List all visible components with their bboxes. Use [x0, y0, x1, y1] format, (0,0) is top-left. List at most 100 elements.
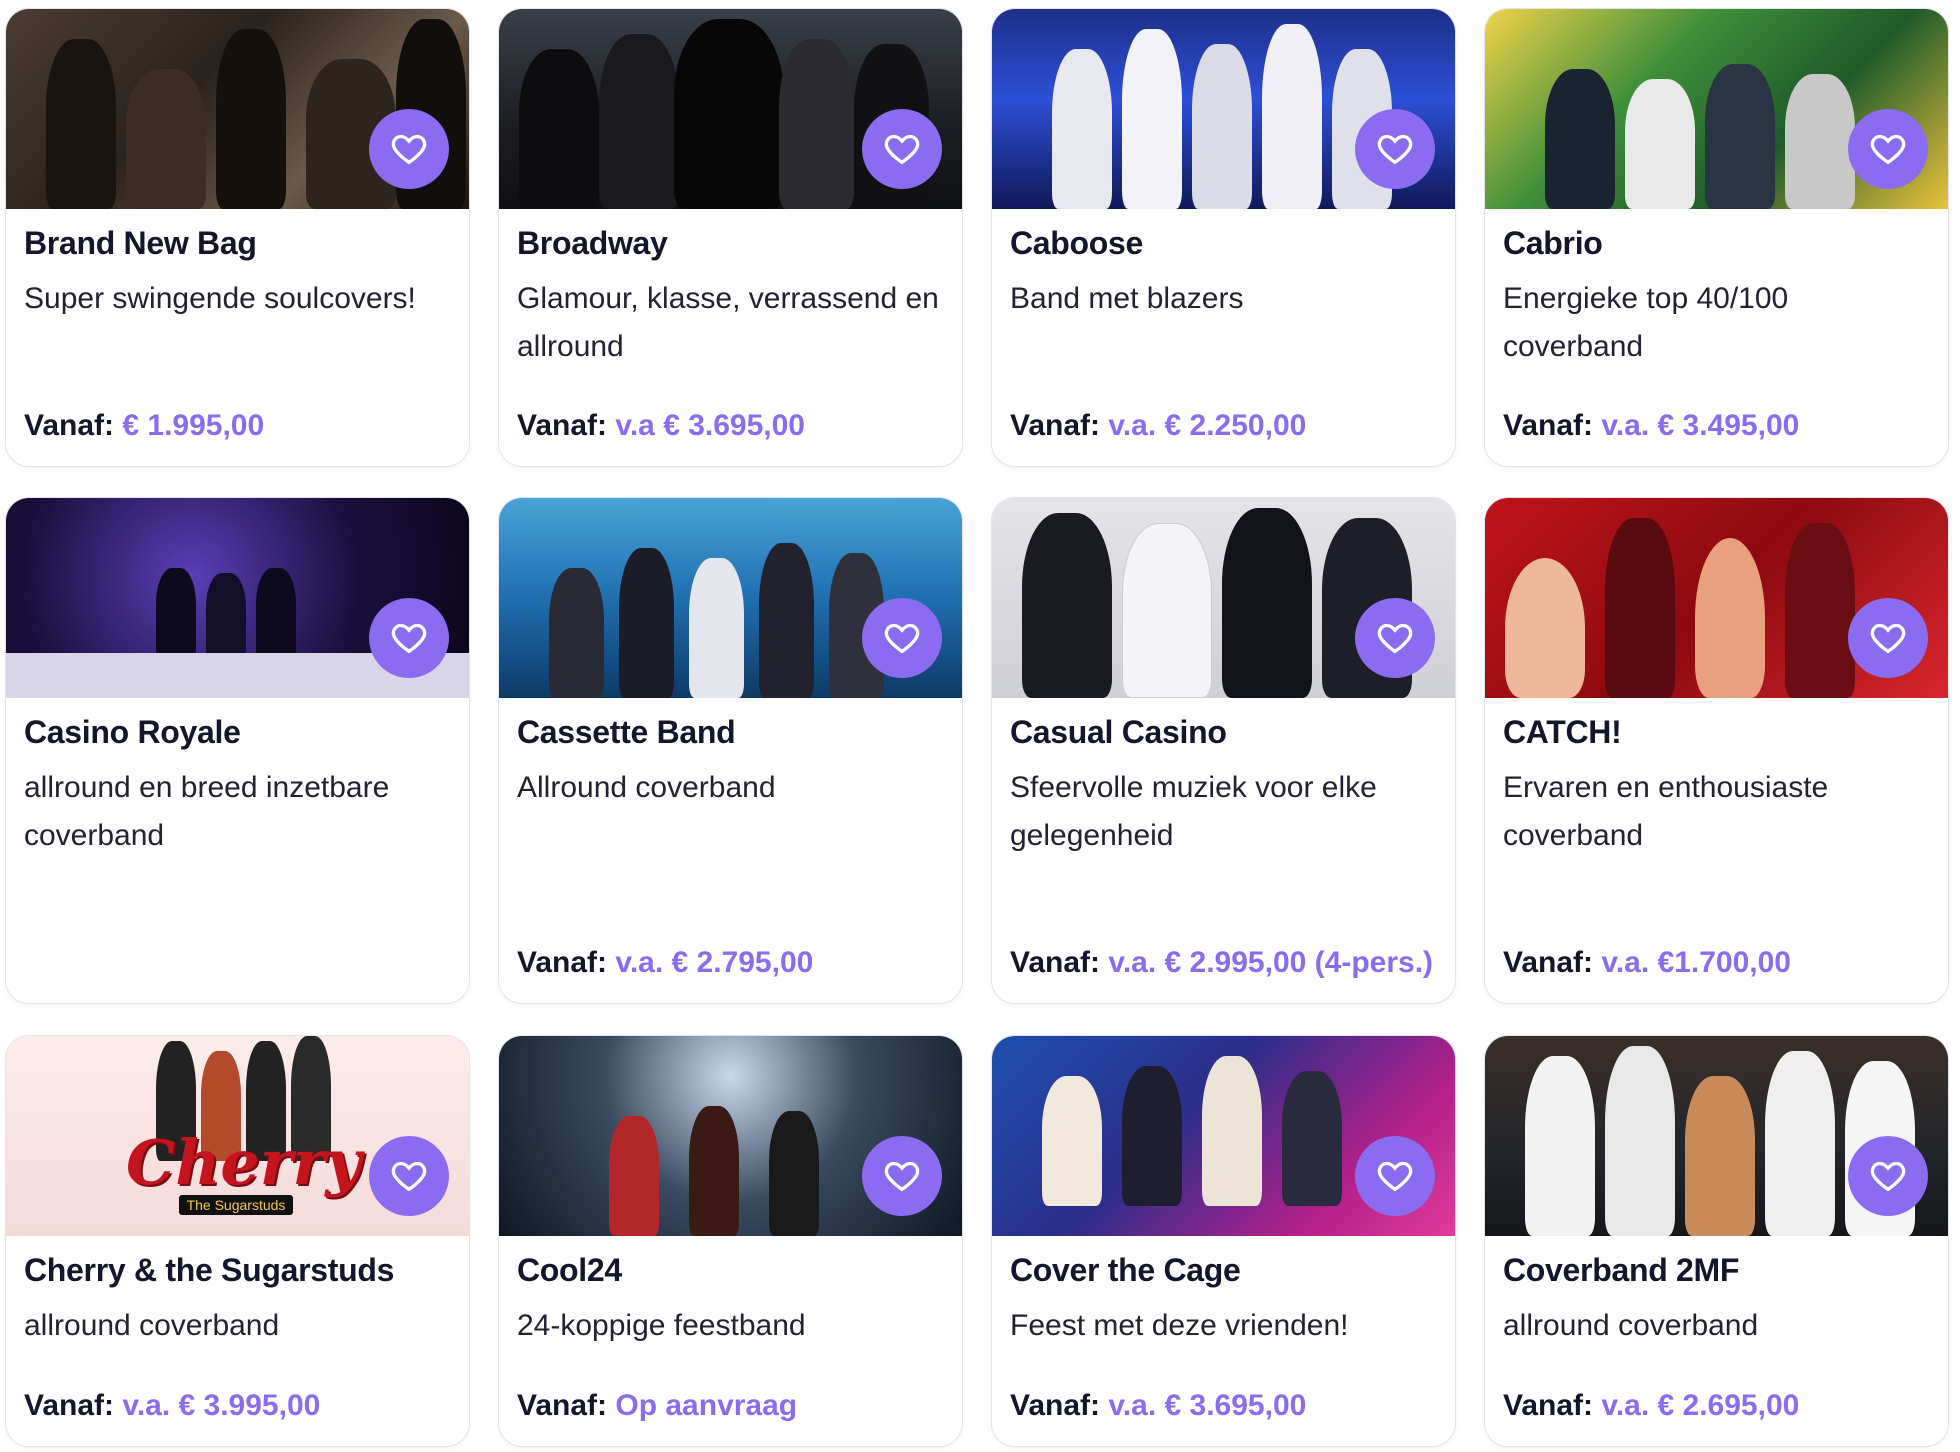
price-line: Vanaf: Op aanvraag — [517, 1382, 948, 1430]
price-label: Vanaf: — [24, 1389, 115, 1422]
band-card[interactable]: Casino Royale allround en breed inzetbar… — [5, 497, 470, 1004]
price-value: v.a. €1.700,00 — [1601, 946, 1791, 979]
price-label: Vanaf: — [517, 946, 608, 979]
band-description: Feest met deze vrienden! — [1010, 1309, 1349, 1342]
band-description: allround coverband — [24, 1309, 280, 1342]
heart-icon — [884, 134, 920, 165]
price-value: € 1.995,00 — [122, 409, 265, 442]
band-photo — [1485, 9, 1948, 209]
band-description: Energieke top 40/100 coverband — [1503, 282, 1789, 363]
heart-icon — [884, 1161, 920, 1192]
cherry-logo: Cherry The Sugarstuds — [126, 1126, 362, 1215]
band-photo — [6, 498, 469, 698]
band-title[interactable]: Caboose — [1010, 221, 1437, 265]
favorite-button[interactable] — [862, 598, 942, 678]
band-title[interactable]: Casino Royale — [24, 710, 451, 754]
band-card[interactable]: Cool24 24-koppige feestband Vanaf: Op aa… — [498, 1035, 963, 1447]
band-card[interactable]: Cassette Band Allround coverband Vanaf: … — [498, 497, 963, 1004]
band-card[interactable]: Cabrio Energieke top 40/100 coverband Va… — [1484, 8, 1949, 467]
band-photo — [499, 1036, 962, 1236]
band-photo — [992, 498, 1455, 698]
price-value: v.a. € 2.250,00 — [1108, 409, 1307, 442]
favorite-button[interactable] — [1355, 109, 1435, 189]
band-title[interactable]: Broadway — [517, 221, 944, 265]
price-label: Vanaf: — [517, 1389, 608, 1422]
band-title[interactable]: Cool24 — [517, 1248, 944, 1292]
cherry-logo-text: Cherry — [126, 1126, 362, 1199]
band-title[interactable]: Cassette Band — [517, 710, 944, 754]
band-photo — [499, 498, 962, 698]
band-card[interactable]: Broadway Glamour, klasse, verrassend en … — [498, 8, 963, 467]
band-card[interactable]: CATCH! Ervaren en enthousiaste coverband… — [1484, 497, 1949, 1004]
band-photo — [992, 9, 1455, 209]
price-value: v.a € 3.695,00 — [615, 409, 805, 442]
band-card[interactable]: Cover the Cage Feest met deze vrienden! … — [991, 1035, 1456, 1447]
price-line: Vanaf: v.a. € 2.795,00 — [517, 939, 948, 987]
band-photo — [1485, 498, 1948, 698]
price-value: v.a. € 3.495,00 — [1601, 409, 1800, 442]
price-line: Vanaf: v.a. € 3.495,00 — [1503, 402, 1934, 450]
favorite-button[interactable] — [862, 1136, 942, 1216]
band-photo — [6, 9, 469, 209]
price-value: v.a. € 3.995,00 — [122, 1389, 321, 1422]
band-description: Allround coverband — [517, 771, 776, 804]
band-title[interactable]: Casual Casino — [1010, 710, 1437, 754]
price-label: Vanaf: — [1010, 409, 1101, 442]
band-title[interactable]: Coverband 2MF — [1503, 1248, 1930, 1292]
band-photo — [992, 1036, 1455, 1236]
price-label: Vanaf: — [1503, 409, 1594, 442]
band-description: Super swingende soulcovers! — [24, 282, 416, 315]
band-description: allround en breed inzetbare coverband — [24, 771, 390, 852]
favorite-button[interactable] — [1848, 1136, 1928, 1216]
heart-icon — [1377, 134, 1413, 165]
band-description: Ervaren en enthousiaste coverband — [1503, 771, 1829, 852]
price-label: Vanaf: — [1010, 1389, 1101, 1422]
band-title[interactable]: CATCH! — [1503, 710, 1930, 754]
band-description: Sfeervolle muziek voor elke gelegenheid — [1010, 771, 1377, 852]
price-value: v.a. € 3.695,00 — [1108, 1389, 1307, 1422]
price-line: Vanaf: v.a. € 2.250,00 — [1010, 402, 1441, 450]
band-title[interactable]: Cover the Cage — [1010, 1248, 1437, 1292]
heart-icon — [1870, 134, 1906, 165]
price-line: Vanaf: v.a. € 2.995,00 (4-pers.) — [1010, 939, 1441, 987]
band-title[interactable]: Cabrio — [1503, 221, 1930, 265]
favorite-button[interactable] — [1355, 598, 1435, 678]
heart-icon — [1377, 1161, 1413, 1192]
price-label: Vanaf: — [517, 409, 608, 442]
band-card[interactable]: Cherry The Sugarstuds Cherry & the Sugar… — [5, 1035, 470, 1447]
heart-icon — [1870, 1161, 1906, 1192]
favorite-button[interactable] — [369, 598, 449, 678]
price-value: v.a. € 2.995,00 (4-pers.) — [1108, 946, 1434, 979]
price-value: v.a. € 2.695,00 — [1601, 1389, 1800, 1422]
price-line: Vanaf: v.a € 3.695,00 — [517, 402, 948, 450]
band-photo — [499, 9, 962, 209]
band-description: 24-koppige feestband — [517, 1309, 806, 1342]
price-line: Vanaf: v.a. € 3.995,00 — [24, 1382, 455, 1430]
favorite-button[interactable] — [862, 109, 942, 189]
price-line: Vanaf: € 1.995,00 — [24, 402, 455, 450]
heart-icon — [884, 623, 920, 654]
favorite-button[interactable] — [1848, 598, 1928, 678]
price-label: Vanaf: — [1503, 946, 1594, 979]
favorite-button[interactable] — [1355, 1136, 1435, 1216]
band-card[interactable]: Coverband 2MF allround coverband Vanaf: … — [1484, 1035, 1949, 1447]
band-description: allround coverband — [1503, 1309, 1759, 1342]
band-description: Band met blazers — [1010, 282, 1244, 315]
cherry-logo-subtext: The Sugarstuds — [178, 1195, 294, 1215]
heart-icon — [1870, 623, 1906, 654]
band-card[interactable]: Casual Casino Sfeervolle muziek voor elk… — [991, 497, 1456, 1004]
price-line: Vanaf: v.a. €1.700,00 — [1503, 939, 1934, 987]
band-card[interactable]: Brand New Bag Super swingende soulcovers… — [5, 8, 470, 467]
price-label: Vanaf: — [1503, 1389, 1594, 1422]
price-line: Vanaf: v.a. € 3.695,00 — [1010, 1382, 1441, 1430]
favorite-button[interactable] — [369, 109, 449, 189]
favorite-button[interactable] — [369, 1136, 449, 1216]
favorite-button[interactable] — [1848, 109, 1928, 189]
band-card[interactable]: Caboose Band met blazers Vanaf: v.a. € 2… — [991, 8, 1456, 467]
band-title[interactable]: Brand New Bag — [24, 221, 451, 265]
band-description: Glamour, klasse, verrassend en allround — [517, 282, 939, 363]
heart-icon — [391, 134, 427, 165]
band-title[interactable]: Cherry & the Sugarstuds — [24, 1248, 451, 1292]
heart-icon — [391, 623, 427, 654]
band-photo: Cherry The Sugarstuds — [6, 1036, 469, 1236]
